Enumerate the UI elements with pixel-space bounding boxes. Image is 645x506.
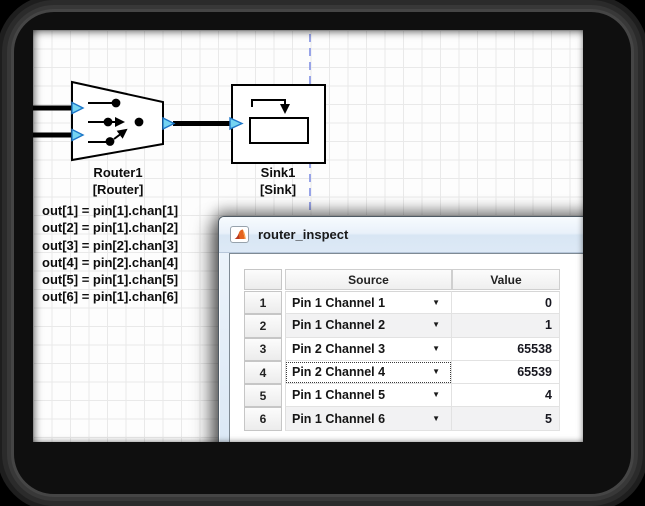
row-number-cell[interactable]: 2 [244, 314, 282, 337]
router-block[interactable] [72, 82, 174, 160]
annotation-line[interactable]: out[3] = pin[2].chan[3] [42, 237, 178, 254]
row-number-cell[interactable]: 6 [244, 407, 282, 430]
table-row: 6 Pin 1 Channel 6 ▼ 5 [244, 407, 560, 430]
dropdown-arrow-icon[interactable]: ▼ [432, 345, 440, 353]
value-cell[interactable]: 1 [452, 314, 560, 337]
table-header-row: Source Value [244, 269, 560, 290]
source-cell-label: Pin 1 Channel 5 [292, 388, 385, 402]
router-name[interactable]: Router1 [93, 164, 144, 181]
value-cell[interactable]: 4 [452, 384, 560, 407]
source-cell-label: Pin 2 Channel 4 [292, 365, 385, 379]
row-number-cell[interactable]: 1 [244, 291, 282, 314]
annotation-line[interactable]: out[1] = pin[1].chan[1] [42, 202, 178, 219]
data-table: Source Value 1 Pin 1 Channel 1 ▼ 0 2 Pin… [244, 269, 560, 431]
row-number-cell[interactable]: 3 [244, 338, 282, 361]
dropdown-arrow-icon[interactable]: ▼ [432, 321, 440, 329]
source-cell-label: Pin 2 Channel 3 [292, 342, 385, 356]
dropdown-arrow-icon[interactable]: ▼ [432, 299, 440, 307]
source-cell[interactable]: Pin 2 Channel 3 ▼ [285, 338, 452, 361]
router-output-port [163, 118, 174, 129]
dialog-title: router_inspect [258, 227, 348, 242]
annotation-line[interactable]: out[5] = pin[1].chan[5] [42, 271, 178, 288]
value-cell[interactable]: 65538 [452, 338, 560, 361]
table-row: 3 Pin 2 Channel 3 ▼ 65538 [244, 338, 560, 361]
row-number-cell[interactable]: 5 [244, 384, 282, 407]
router-type-label[interactable]: [Router] [93, 181, 144, 198]
sink-block-label[interactable]: Sink1 [Sink] [260, 164, 296, 198]
source-cell[interactable]: Pin 1 Channel 6 ▼ [285, 407, 452, 430]
model-canvas: Router1 [Router] Sink1 [Sink] out[1] = p… [33, 30, 583, 442]
sink-name[interactable]: Sink1 [260, 164, 296, 181]
annotation-line[interactable]: out[6] = pin[1].chan[6] [42, 288, 178, 305]
table-row: 2 Pin 1 Channel 2 ▼ 1 [244, 314, 560, 337]
inspect-dialog: router_inspect Source Value 1 Pin 1 Chan… [218, 216, 583, 442]
source-cell[interactable]: Pin 1 Channel 1 ▼ [285, 291, 452, 314]
router-block-label[interactable]: Router1 [Router] [93, 164, 144, 198]
source-cell[interactable]: Pin 2 Channel 4 ▼ [285, 361, 452, 384]
screenshot-stage: Router1 [Router] Sink1 [Sink] out[1] = p… [0, 0, 645, 506]
table-row: 4 Pin 2 Channel 4 ▼ 65539 [244, 361, 560, 384]
matlab-icon [230, 226, 249, 243]
value-cell[interactable]: 0 [452, 291, 560, 314]
annotation-line[interactable]: out[2] = pin[1].chan[2] [42, 219, 178, 236]
dialog-client: Source Value 1 Pin 1 Channel 1 ▼ 0 2 Pin… [229, 253, 583, 442]
source-cell-label: Pin 1 Channel 1 [292, 296, 385, 310]
sink-block[interactable] [230, 85, 325, 163]
value-column-header: Value [452, 269, 560, 290]
table-row: 1 Pin 1 Channel 1 ▼ 0 [244, 291, 560, 314]
annotation-text[interactable]: out[1] = pin[1].chan[1]out[2] = pin[1].c… [42, 202, 178, 306]
source-cell-label: Pin 1 Channel 2 [292, 318, 385, 332]
table-body: 1 Pin 1 Channel 1 ▼ 0 2 Pin 1 Channel 2 … [244, 291, 560, 431]
dropdown-arrow-icon[interactable]: ▼ [432, 391, 440, 399]
source-column-header: Source [285, 269, 452, 290]
table-row: 5 Pin 1 Channel 5 ▼ 4 [244, 384, 560, 407]
corner-header-cell [244, 269, 282, 290]
source-cell[interactable]: Pin 1 Channel 2 ▼ [285, 314, 452, 337]
dropdown-arrow-icon[interactable]: ▼ [432, 415, 440, 423]
dropdown-arrow-icon[interactable]: ▼ [432, 368, 440, 376]
source-cell[interactable]: Pin 1 Channel 5 ▼ [285, 384, 452, 407]
dialog-titlebar[interactable]: router_inspect [219, 217, 583, 253]
annotation-line[interactable]: out[4] = pin[2].chan[4] [42, 254, 178, 271]
source-cell-label: Pin 1 Channel 6 [292, 412, 385, 426]
row-number-cell[interactable]: 4 [244, 361, 282, 384]
sink-type-label[interactable]: [Sink] [260, 181, 296, 198]
value-cell[interactable]: 65539 [452, 361, 560, 384]
value-cell[interactable]: 5 [452, 407, 560, 430]
